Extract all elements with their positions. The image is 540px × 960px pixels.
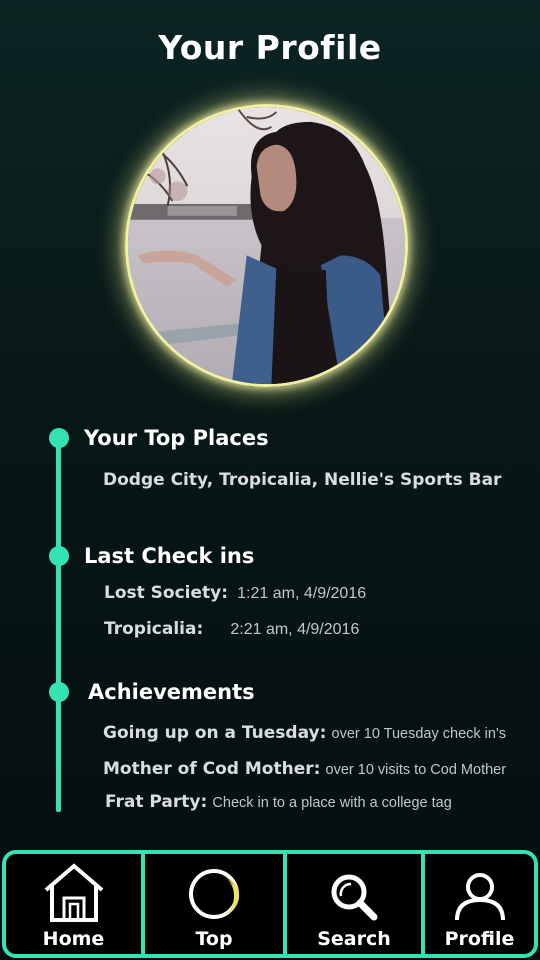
person-icon <box>454 873 505 921</box>
achievement-name: Frat Party <box>105 792 201 812</box>
nav-home-label: Home <box>42 928 105 950</box>
achievement-name: Mother of Cod Mother: <box>103 759 321 779</box>
last-checkins-title: Last Check ins <box>84 544 255 568</box>
nav-top-label: Top <box>195 928 233 950</box>
timeline-dot <box>49 546 69 566</box>
achievement-name: Going up on a Tuesday <box>103 723 320 743</box>
achievement-desc: Check in to a place with a college tag <box>212 795 452 811</box>
house-icon <box>44 863 103 922</box>
page-title: Your Profile <box>158 28 382 67</box>
achievement-item: Frat Party: Check in to a place with a c… <box>105 792 452 812</box>
nav-search-button[interactable]: Search <box>283 854 421 954</box>
checkin-time: 2:21 am, 4/9/2016 <box>230 621 360 638</box>
achievement-separator: : <box>319 723 327 743</box>
achievements-title: Achievements <box>88 680 255 704</box>
bottom-nav: Home Top Search Profile <box>2 850 538 958</box>
timeline-line <box>56 438 61 812</box>
nav-search-label: Search <box>317 928 391 950</box>
checkin-item: Tropicalia: 2:21 am, 4/9/2016 <box>104 619 359 639</box>
top-places-title: Your Top Places <box>84 426 269 450</box>
nav-top-button[interactable]: Top <box>141 854 283 954</box>
nav-profile-label: Profile <box>444 928 515 950</box>
top-places-list: Dodge City, Tropicalia, Nellie's Sports … <box>103 470 501 490</box>
checkin-place: Lost Society: <box>104 583 229 603</box>
magnifier-icon <box>331 874 378 921</box>
achievement-separator: : <box>200 792 208 812</box>
achievement-item: Going up on a Tuesday: over 10 Tuesday c… <box>103 723 506 743</box>
checkin-place: Tropicalia: <box>104 619 204 639</box>
moon-icon <box>189 869 240 919</box>
nav-profile-button[interactable]: Profile <box>421 854 534 954</box>
profile-photo <box>128 107 405 384</box>
avatar <box>125 104 408 387</box>
top-places-text: Dodge City, Tropicalia, Nellie's Sports … <box>103 470 502 490</box>
timeline-dot <box>49 682 69 702</box>
timeline-dot <box>49 428 69 448</box>
achievement-desc: over 10 visits to Cod Mother <box>325 762 507 778</box>
checkin-item: Lost Society: 1:21 am, 4/9/2016 <box>104 583 366 603</box>
checkin-time: 1:21 am, 4/9/2016 <box>237 585 367 602</box>
achievement-item: Mother of Cod Mother: over 10 visits to … <box>103 759 506 779</box>
achievement-desc: over 10 Tuesday check in's <box>331 726 506 742</box>
nav-home-button[interactable]: Home <box>6 854 141 954</box>
